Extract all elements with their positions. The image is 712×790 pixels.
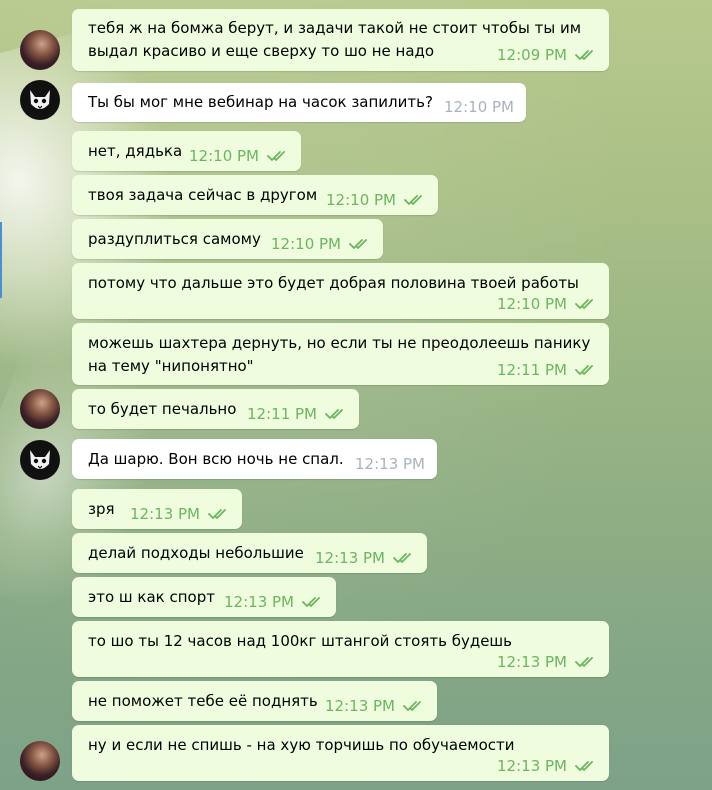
double-check-icon: [575, 365, 593, 376]
message-text: потому что дальше это будет добрая полов…: [88, 274, 579, 292]
message-text: это ш как спорт: [88, 588, 215, 606]
message-text: выдал красиво и еще сверху то шо не надо: [88, 42, 435, 60]
double-check-icon: [575, 299, 593, 310]
message-time: 12:13 PM: [355, 455, 425, 473]
message-text: то будет печально: [88, 400, 237, 418]
message-text: раздуплиться самому: [88, 230, 261, 248]
message-text: Да шарю. Вон всю ночь не спал.: [88, 450, 344, 468]
message-time: 12:11 PM: [497, 361, 567, 379]
avatar[interactable]: [20, 30, 60, 70]
double-check-icon: [393, 553, 411, 564]
double-check-icon: [575, 50, 593, 61]
message-time: 12:13 PM: [325, 697, 395, 715]
message-bubble[interactable]: Ты бы мог мне вебинар на часок запилить?…: [72, 83, 526, 122]
message-bubble[interactable]: ну и если не спишь - на хую торчишь по о…: [72, 725, 609, 781]
message-bubble[interactable]: тебя ж на бомжа берут, и задачи такой не…: [72, 9, 609, 71]
avatar[interactable]: [20, 80, 60, 120]
message-bubble[interactable]: нет, дядька 12:10 PM: [72, 131, 301, 171]
double-check-icon: [325, 409, 343, 420]
message-text: ну и если не спишь - на хую торчишь по о…: [88, 736, 515, 754]
message-bubble[interactable]: то шо ты 12 часов над 100кг штангой стоя…: [72, 621, 609, 677]
message-bubble[interactable]: делай подходы небольшие 12:13 PM: [72, 533, 427, 573]
message-text: Ты бы мог мне вебинар на часок запилить?: [88, 93, 433, 111]
double-check-icon: [404, 195, 422, 206]
cat-avatar-icon: [30, 90, 50, 109]
double-check-icon: [302, 597, 320, 608]
message-bubble[interactable]: Да шарю. Вон всю ночь не спал. 12:13 PM: [72, 439, 437, 479]
message-bubble[interactable]: не поможет тебе её поднять 12:13 PM: [72, 681, 437, 721]
message-time: 12:13 PM: [497, 757, 567, 775]
message-text: можешь шахтера дернуть, но если ты не пр…: [88, 334, 591, 352]
message-bubble[interactable]: можешь шахтера дернуть, но если ты не пр…: [72, 323, 609, 385]
message-time: 12:09 PM: [497, 46, 567, 64]
double-check-icon: [208, 509, 226, 520]
message-text: то шо ты 12 часов над 100кг штангой стоя…: [88, 632, 512, 650]
message-bubble[interactable]: то будет печально 12:11 PM: [72, 389, 359, 429]
double-check-icon: [575, 761, 593, 772]
message-time: 12:10 PM: [326, 191, 396, 209]
message-bubble[interactable]: зря 12:13 PM: [72, 489, 242, 529]
double-check-icon: [403, 701, 421, 712]
cat-avatar-icon: [30, 450, 50, 469]
double-check-icon: [349, 239, 367, 250]
message-text: твоя задача сейчас в другом: [88, 186, 318, 204]
message-text: тебя ж на бомжа берут, и задачи такой не…: [88, 19, 582, 37]
double-check-icon: [575, 657, 593, 668]
message-time: 12:11 PM: [247, 405, 317, 423]
message-time: 12:10 PM: [189, 147, 259, 165]
message-time: 12:13 PM: [130, 505, 200, 523]
message-text: делай подходы небольшие: [88, 544, 304, 562]
avatar[interactable]: [20, 741, 60, 781]
message-text: на тему "нипонятно": [88, 357, 254, 375]
avatar[interactable]: [20, 440, 60, 480]
message-time: 12:10 PM: [271, 235, 341, 253]
avatar[interactable]: [20, 389, 60, 429]
window-edge-highlight: [0, 222, 2, 298]
message-bubble[interactable]: раздуплиться самому 12:10 PM: [72, 219, 383, 259]
message-time: 12:13 PM: [315, 549, 385, 567]
message-text: нет, дядька: [88, 142, 183, 160]
message-text: зря: [88, 500, 115, 518]
message-bubble[interactable]: твоя задача сейчас в другом 12:10 PM: [72, 175, 438, 215]
message-text: не поможет тебе её поднять: [88, 692, 318, 710]
message-bubble[interactable]: это ш как спорт 12:13 PM: [72, 577, 336, 617]
message-time: 12:13 PM: [224, 593, 294, 611]
message-time: 12:10 PM: [497, 295, 567, 313]
message-time: 12:13 PM: [497, 653, 567, 671]
message-bubble[interactable]: потому что дальше это будет добрая полов…: [72, 263, 609, 319]
message-time: 12:10 PM: [444, 98, 514, 116]
double-check-icon: [267, 151, 285, 162]
